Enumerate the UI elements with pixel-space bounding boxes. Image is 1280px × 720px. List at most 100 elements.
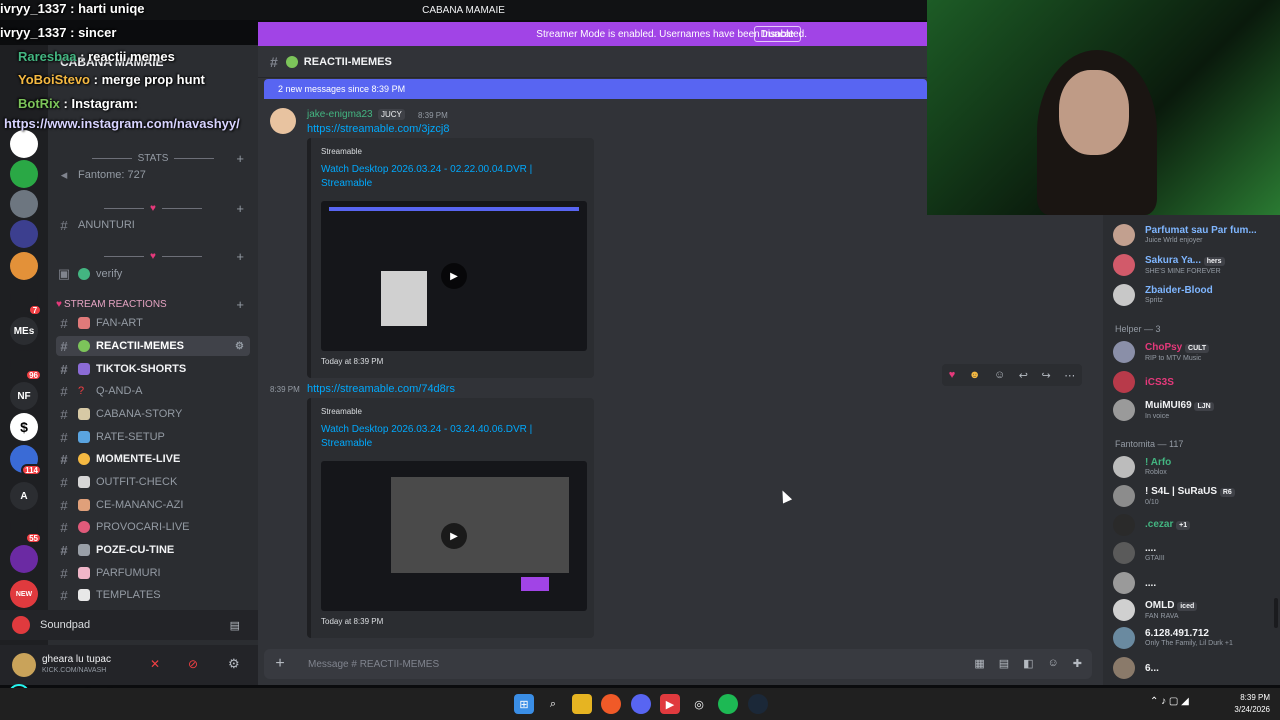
message-link[interactable]: https://streamable.com/74d8rs [307,383,455,395]
emoji-icon[interactable]: ☺ [1048,657,1059,670]
discord-icon[interactable] [631,694,651,714]
channel-q-and-a[interactable]: # ? Q-AND-A [56,381,250,401]
tray-icons[interactable]: ⌃ ♪ ▢ ◢ [1150,696,1189,707]
server-icon[interactable]: NF [10,382,38,410]
plus-icon[interactable]: + [236,151,244,166]
settings-icon[interactable]: ⚙ [228,656,240,672]
channel-reactii-memes[interactable]: # REACTII-MEMES ⚙ [56,336,250,356]
member-row[interactable]: iCS3S [1113,369,1278,395]
steam-icon[interactable] [748,694,768,714]
disable-streamer-mode-button[interactable]: Disable [753,26,801,42]
folder-icon[interactable] [572,694,592,714]
channel-rate-setup[interactable]: # RATE-SETUP [56,427,250,447]
windows-start-icon[interactable]: ⊞ [514,694,534,714]
embed-title[interactable]: Watch Desktop 2026.03.24 - 02.22.00.04.D… [321,163,551,191]
hash-icon: # [60,361,68,377]
message-link[interactable]: https://streamable.com/3jzcj8 [307,123,449,135]
channel-ce-mananc-azi[interactable]: # CE-MANANC-AZI [56,495,250,515]
channel-poze-cu-tine[interactable]: # POZE-CU-TINE [56,540,250,560]
sticker-icon[interactable]: ◧ [1023,657,1033,670]
server-icon[interactable]: 114 [10,445,42,476]
play-icon[interactable]: ▶ [441,523,467,549]
forward-icon[interactable]: ↪ [1041,369,1050,382]
server-icon[interactable] [10,252,38,280]
gift-icon[interactable]: ▦ [974,657,984,670]
emoji-icon[interactable]: ☻ [969,369,981,381]
plus-icon[interactable]: + [236,249,244,264]
gif-icon[interactable]: ▤ [999,657,1009,670]
member-row[interactable]: MuiMUI69 LJN In voice [1113,397,1278,423]
member-row[interactable]: .... GTAIII [1113,540,1278,566]
add-reaction-icon[interactable]: ☺ [994,369,1005,381]
server-icon[interactable]: 96 [10,350,42,381]
embed-thumbnail[interactable]: ▶ [321,201,587,351]
message-composer[interactable]: + Message # REACTII-MEMES ▦ ▤ ◧ ☺ ✚ [264,649,1092,679]
server-icon[interactable]: 55 [10,513,42,544]
member-row[interactable]: ! S4L | SuRaUS R6 0/10 [1113,483,1278,509]
plus-icon[interactable]: + [236,297,244,312]
member-row[interactable]: ChoPsy CULT RIP to MTV Music [1113,339,1278,365]
member-row[interactable]: Parfumat sau Par fum... Juice Wrld enjoye… [1113,222,1278,248]
member-scrollbar[interactable] [1274,598,1278,628]
gear-icon[interactable]: ⚙ [235,341,244,352]
search-icon[interactable]: ⌕ [543,694,563,714]
category-stream-reactions[interactable]: ♥ STREAM REACTIONS + [56,295,250,313]
voice-fantome[interactable]: ◂ Fantome: 727 [56,165,250,185]
avatar [1113,514,1135,536]
overlay-text: sincer [78,25,117,40]
server-icon[interactable] [10,130,38,158]
message-author[interactable]: jake-enigma23 [307,109,373,120]
spotify-icon[interactable] [718,694,738,714]
member-row[interactable]: 6... [1113,655,1278,681]
channel-tiktok-shorts[interactable]: # TIKTOK-SHORTS [56,359,250,379]
overlay-user: ivryy_1337 [0,25,67,40]
member-row[interactable]: 6.128.491.712 Only The Family, Lil Durk +… [1113,625,1278,651]
server-icon[interactable] [10,220,38,248]
server-icon[interactable]: NEW [10,580,38,608]
channel-templates[interactable]: # TEMPLATES [56,585,250,605]
embed-thumbnail[interactable]: ▶ [321,461,587,611]
channel-anunturi[interactable]: # ANUNTURI [56,215,250,235]
channel-fan-art[interactable]: # FAN-ART [56,313,250,333]
member-row[interactable]: .... [1113,570,1278,596]
server-icon[interactable] [10,160,38,188]
soundpad-panel[interactable]: Soundpad ▤ [0,610,258,640]
mic-muted-icon[interactable]: ✕ [150,657,160,671]
add-attachment-icon[interactable]: + [264,655,296,673]
heart-icon[interactable]: ♥ [949,369,956,381]
server-icon[interactable] [10,545,38,573]
app-icon[interactable]: ◎ [689,694,709,714]
play-icon[interactable]: ▶ [441,263,467,289]
popout-icon[interactable]: ▤ [230,619,240,632]
member-row[interactable]: Sakura Ya... hers SHE'S MINE FOREVER [1113,252,1278,278]
server-icon[interactable]: A [10,482,38,510]
embed-title[interactable]: Watch Desktop 2026.03.24 - 03.24.40.06.D… [321,423,551,451]
headset-muted-icon[interactable]: ⊘ [188,657,198,671]
channel-outfit-check[interactable]: # OUTFIT-CHECK [56,472,250,492]
server-icon[interactable]: 7 [10,285,42,316]
overlay-text: harti uniqe [78,1,145,16]
apps-icon[interactable]: ✚ [1073,657,1082,670]
server-icon[interactable]: MEs [10,317,38,345]
member-row[interactable]: ! Arfo Roblox [1113,454,1278,480]
clock[interactable]: 8:39 PM 3/24/2026 [1234,692,1270,716]
brave-icon[interactable] [601,694,621,714]
channel-momente-live[interactable]: # MOMENTE-LIVE [56,449,250,469]
member-row[interactable]: OMLD iced FAN RAVA [1113,597,1278,623]
member-row[interactable]: Zbaider-Blood Spritz [1113,282,1278,308]
avatar[interactable] [12,653,36,677]
channel-verify[interactable]: ▣ verify [56,264,250,284]
new-messages-bar[interactable]: 2 new messages since 8:39 PM [264,79,927,99]
server-icon[interactable] [10,190,38,218]
avatar[interactable] [270,108,296,134]
more-icon[interactable]: ⋯ [1064,369,1075,382]
server-icon[interactable]: $ [10,413,38,441]
reply-icon[interactable]: ↩ [1019,369,1028,382]
youtube-icon[interactable]: ▶ [660,694,680,714]
phone-icon [78,363,90,375]
channel-cabana-story[interactable]: # CABANA-STORY [56,404,250,424]
channel-provocari-live[interactable]: # PROVOCARI-LIVE [56,517,250,537]
member-row[interactable]: .cezar +1 [1113,512,1278,538]
plus-icon[interactable]: + [236,201,244,216]
channel-parfumuri[interactable]: # PARFUMURI [56,563,250,583]
